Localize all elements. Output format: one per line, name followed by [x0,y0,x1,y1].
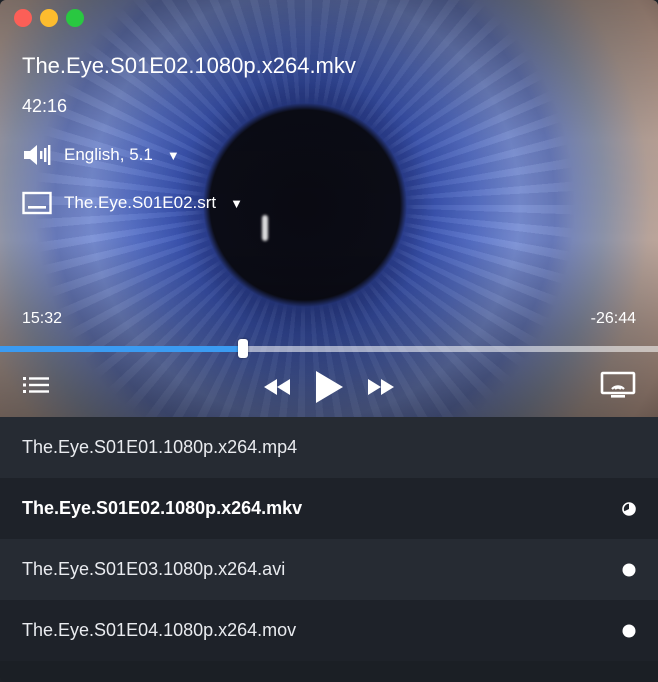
playlist-item-label: The.Eye.S01E04.1080p.x264.mov [22,620,297,640]
fast-forward-button[interactable] [366,376,396,398]
chevron-down-icon: ▼ [166,147,180,163]
remaining-time: -26:44 [590,310,636,327]
audio-track-label: English, 5.1 [64,145,153,164]
playlist-toggle-button[interactable] [22,374,50,396]
playlist-item-label: The.Eye.S01E01.1080p.x264.mp4 [22,437,298,457]
airplay-button[interactable] [600,370,636,400]
play-button[interactable] [312,369,346,405]
progress-handle[interactable] [238,339,249,358]
close-window-button[interactable] [14,9,32,27]
list-icon [23,377,49,393]
unwatched-dot-icon [622,563,636,576]
progress-fill [0,346,244,352]
playlist-item-label: The.Eye.S01E03.1080p.x264.avi [22,559,286,579]
unwatched-dot-icon [622,624,636,637]
media-duration: 42:16 [22,96,68,116]
media-title: The.Eye.S01E02.1080p.x264.mkv [22,53,356,78]
chevron-down-icon: ▼ [230,195,244,211]
playlist-item[interactable]: The.Eye.S01E04.1080p.x264.mov [0,600,658,661]
playlist-item-current[interactable]: The.Eye.S01E02.1080p.x264.mkv [0,478,658,539]
audio-track-selector[interactable]: English, 5.1 ▼ [22,143,180,167]
elapsed-time: 15:32 [22,310,63,327]
subtitle-track-selector[interactable]: The.Eye.S01E02.srt ▼ [22,191,243,215]
fast-forward-icon [368,379,394,395]
minimize-window-button[interactable] [40,9,58,27]
speaker-icon [24,145,51,165]
playlist-item-label: The.Eye.S01E02.1080p.x264.mkv [22,498,303,518]
rewind-button[interactable] [262,376,292,398]
play-icon [316,371,343,403]
playlist-item[interactable]: The.Eye.S01E01.1080p.x264.mp4 [0,417,658,478]
playlist-item[interactable]: The.Eye.S01E03.1080p.x264.avi [0,539,658,600]
rewind-icon [264,379,290,395]
subtitle-track-label: The.Eye.S01E02.srt [64,193,217,212]
airplay-icon [600,371,636,398]
partially-watched-icon [622,501,636,516]
subtitles-icon [22,191,52,215]
progress-track[interactable] [0,346,658,352]
playlist: The.Eye.S01E01.1080p.x264.mp4 The.Eye.S0… [0,417,658,682]
window-controls [14,9,84,27]
maximize-window-button[interactable] [66,9,84,27]
player-window: The.Eye.S01E02.1080p.x264.mkv 42:16 Engl… [0,0,658,682]
player-overlay: The.Eye.S01E02.1080p.x264.mkv 42:16 Engl… [0,0,658,417]
